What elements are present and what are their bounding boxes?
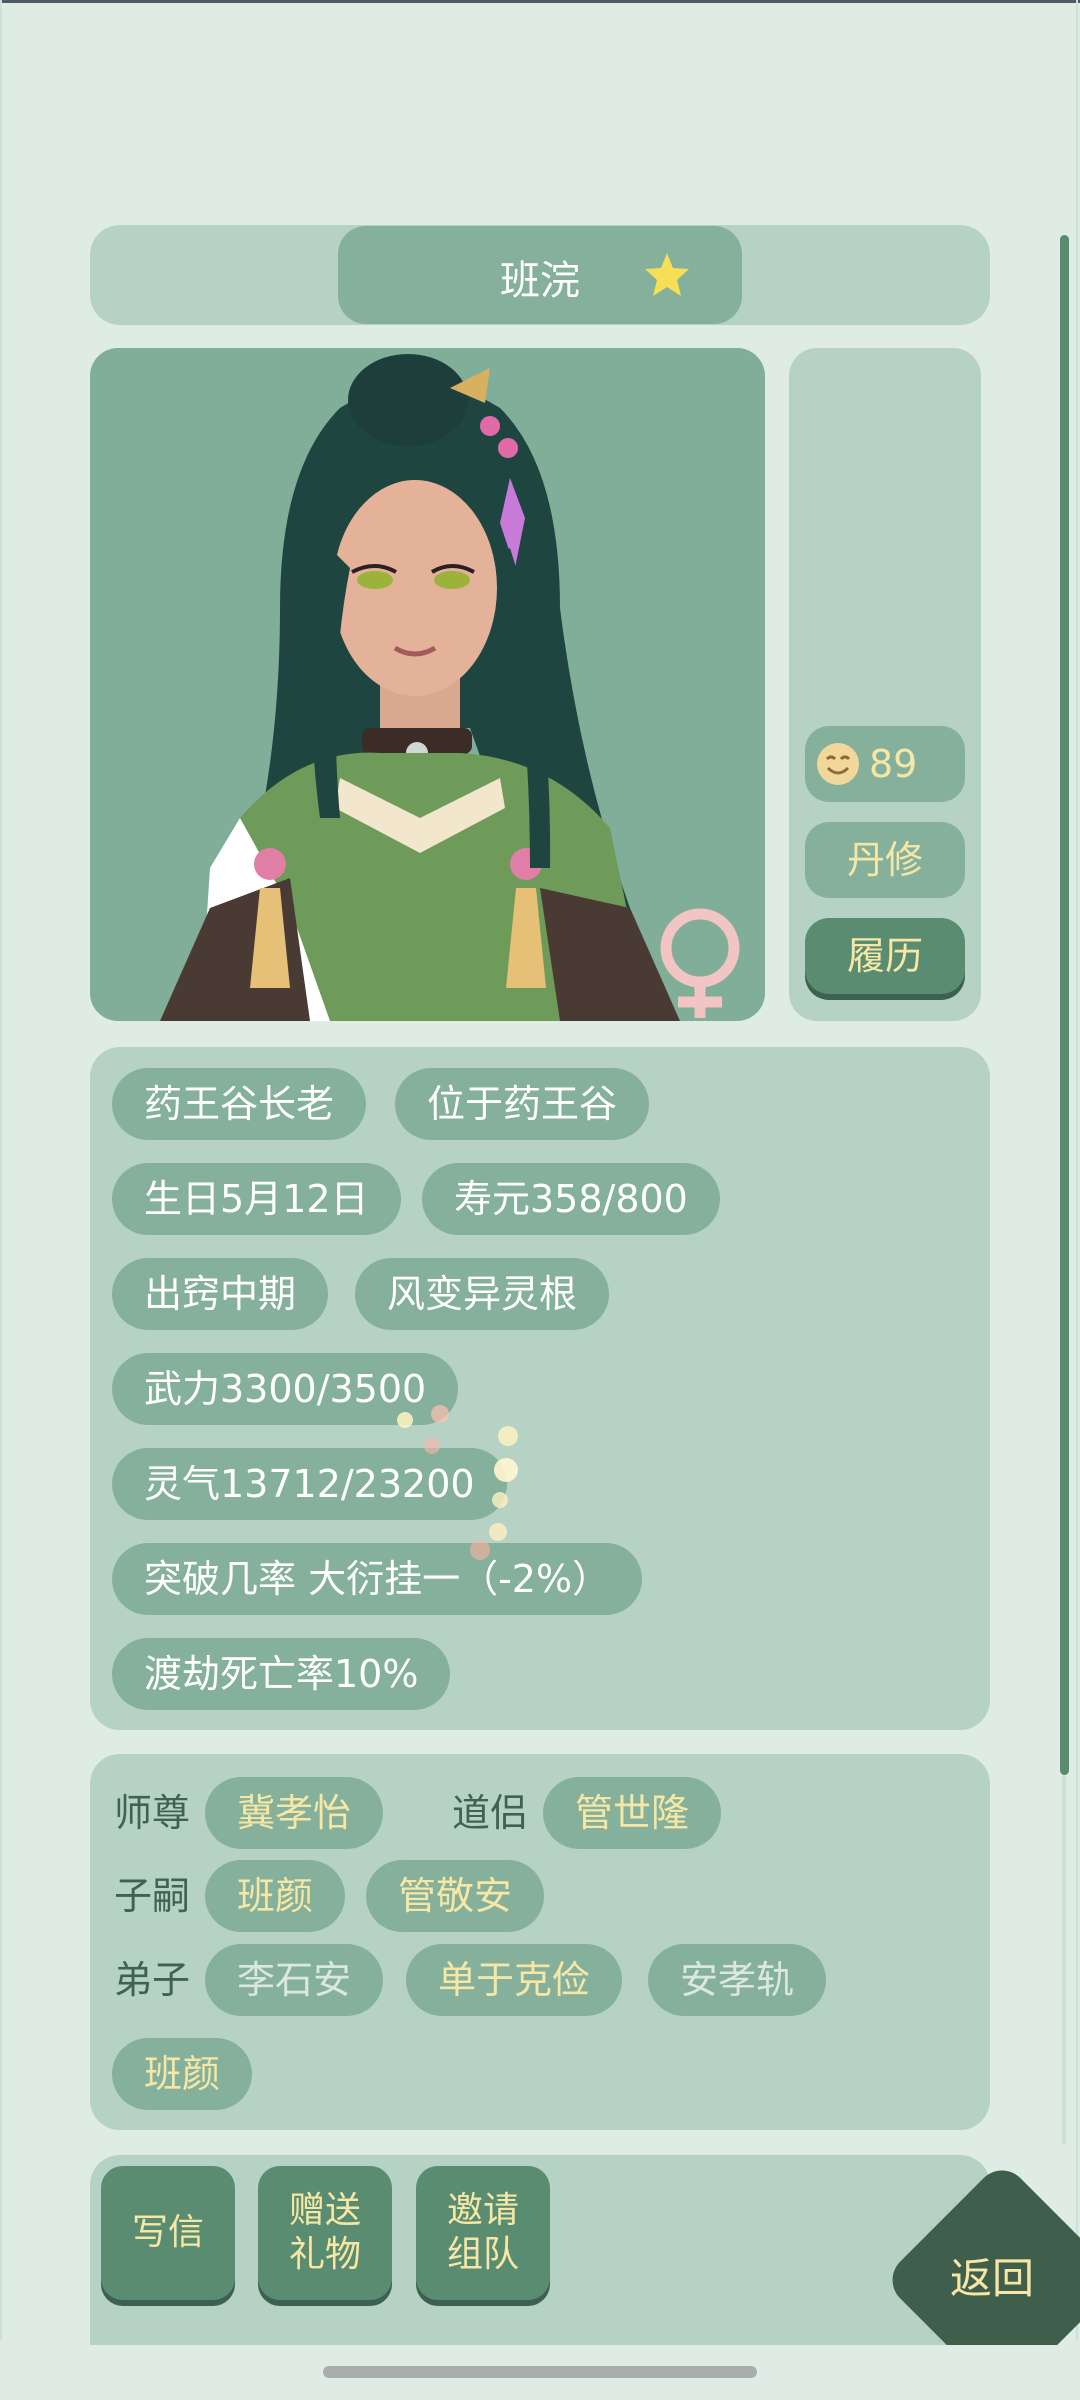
- sparkle-effect: [397, 1405, 518, 1560]
- invite-team-button[interactable]: 邀请 组队: [416, 2166, 550, 2300]
- tag-location: 位于药王谷: [395, 1068, 650, 1140]
- portrait-frame: [90, 348, 765, 1021]
- children-label: 子嗣: [114, 1874, 191, 1918]
- disciple-chip[interactable]: 李石安: [205, 1944, 384, 2016]
- character-name: 班浣: [500, 258, 580, 304]
- send-gift-label-line2: 礼物: [288, 2234, 361, 2275]
- cultivation-type-button[interactable]: 丹修: [805, 822, 965, 898]
- tag-spirit-root: 风变异灵根: [355, 1258, 610, 1330]
- send-gift-label-line1: 赠送: [288, 2190, 361, 2231]
- smile-face-icon: [817, 743, 859, 785]
- history-button[interactable]: 履历: [805, 918, 965, 994]
- write-letter-label: 写信: [131, 2212, 204, 2253]
- partner-chip[interactable]: 管世隆: [543, 1777, 722, 1849]
- scrollbar-thumb[interactable]: [1060, 235, 1069, 1775]
- tag-lifespan: 寿元358/800: [422, 1163, 720, 1235]
- home-indicator[interactable]: [323, 2366, 757, 2378]
- tag-birthday: 生日5月12日: [112, 1163, 401, 1235]
- tag-realm: 出窍中期: [112, 1258, 329, 1330]
- master-chip[interactable]: 冀孝怡: [205, 1777, 384, 1849]
- child-chip[interactable]: 班颜: [205, 1860, 346, 1932]
- favorite-star-icon[interactable]: [642, 250, 692, 300]
- master-label: 师尊: [114, 1791, 191, 1835]
- name-plate: 班浣: [338, 226, 742, 324]
- disciples-label: 弟子: [114, 1958, 191, 2002]
- invite-team-label-line1: 邀请: [446, 2190, 519, 2231]
- partner-label: 道侣: [452, 1791, 529, 1835]
- disciple-chip[interactable]: 单于克俭: [406, 1944, 623, 2016]
- send-gift-button[interactable]: 赠送 礼物: [258, 2166, 392, 2300]
- disciple-chip[interactable]: 班颜: [112, 2038, 253, 2110]
- write-letter-button[interactable]: 写信: [101, 2166, 235, 2300]
- tag-tribulation-death-rate: 渡劫死亡率10%: [112, 1638, 451, 1710]
- child-chip[interactable]: 管敬安: [366, 1860, 545, 1932]
- disciple-chip[interactable]: 安孝轨: [648, 1944, 827, 2016]
- back-button-label: 返回: [950, 2254, 1035, 2303]
- tag-title: 药王谷长老: [112, 1068, 367, 1140]
- mood-value: 89: [869, 742, 918, 786]
- tag-breakthrough-rate: 突破几率 大衍挂一（-2%）: [112, 1543, 643, 1615]
- female-gender-icon: [660, 908, 740, 1018]
- invite-team-label-line2: 组队: [446, 2234, 519, 2275]
- mood-indicator: 89: [805, 726, 965, 802]
